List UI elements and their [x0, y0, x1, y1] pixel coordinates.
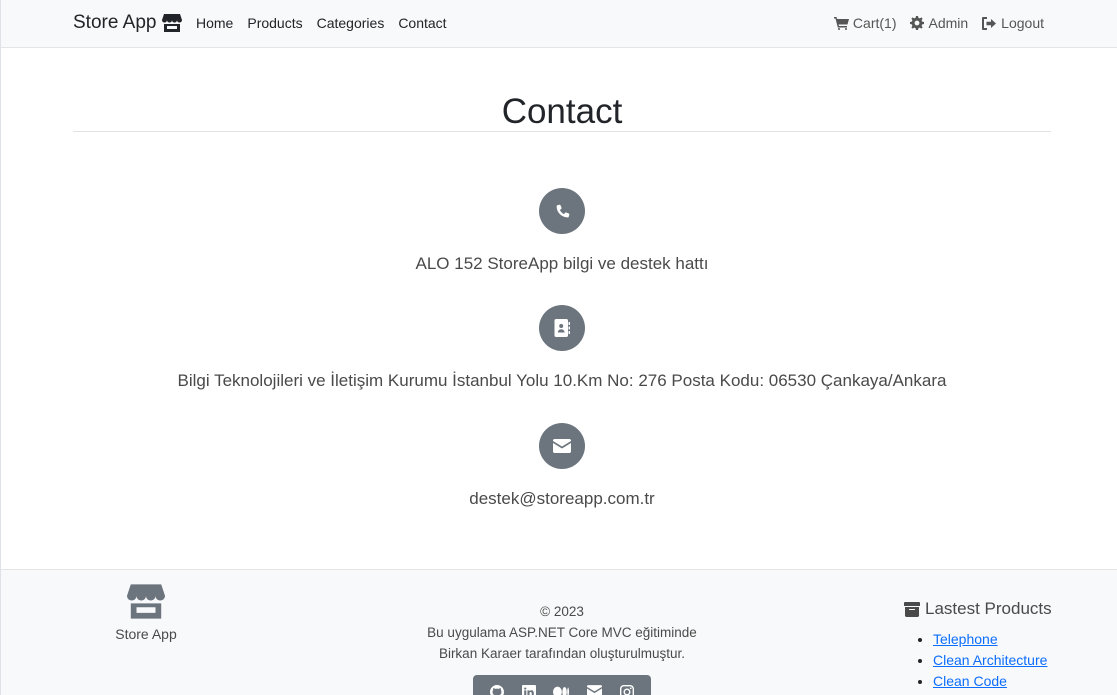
- latest-products: Lastest Products Telephone Clean Archite…: [904, 599, 1052, 692]
- email-block: destek@storeapp.com.tr: [73, 423, 1051, 509]
- list-item: Telephone: [933, 629, 1052, 650]
- linkedin-icon[interactable]: [521, 685, 536, 695]
- email-text: destek@storeapp.com.tr: [469, 489, 655, 508]
- logout-link[interactable]: Logout: [982, 15, 1044, 31]
- github-icon[interactable]: [489, 685, 504, 695]
- latest-products-label: Lastest Products: [925, 599, 1052, 618]
- nav-home[interactable]: Home: [196, 15, 233, 31]
- page-title: Contact: [501, 92, 623, 131]
- gear-icon: [910, 16, 925, 30]
- store-icon: [127, 584, 165, 619]
- admin-link[interactable]: Admin: [910, 15, 968, 31]
- credits-line-2: Birkan Karaer tarafından oluşturulmuştur…: [438, 646, 686, 661]
- logout-icon: [982, 16, 997, 30]
- admin-label: Admin: [928, 15, 969, 31]
- address-block: Bilgi Teknolojileri ve İletişim Kurumu İ…: [73, 305, 1051, 391]
- email-icon-circle: [539, 423, 585, 469]
- cart-label: Cart(1): [852, 15, 897, 31]
- copyright-text: © 2023: [540, 604, 584, 619]
- product-link-telephone[interactable]: Telephone: [933, 631, 998, 647]
- cart-link[interactable]: Cart(1): [833, 15, 897, 31]
- nav-right: Cart(1) Admin Logout: [833, 15, 1044, 31]
- phone-block: ALO 152 StoreApp bilgi ve destek hattı: [73, 188, 1051, 274]
- footer-logo: Store App: [115, 584, 177, 642]
- product-link-clean-architecture[interactable]: Clean Architecture: [933, 652, 1047, 668]
- latest-products-title: Lastest Products: [904, 599, 1052, 619]
- footer: Store App © 2023 Bu uygulama ASP.NET Cor…: [1, 569, 1117, 695]
- product-link-clean-code[interactable]: Clean Code: [933, 673, 1007, 689]
- navbar: Store App Home Products Categories Conta…: [1, 0, 1117, 48]
- brand-label: Store App: [73, 12, 157, 33]
- phone-text: ALO 152 StoreApp bilgi ve destek hattı: [415, 254, 709, 273]
- social-links: [473, 675, 651, 695]
- credits-line-1: Bu uygulama ASP.NET Core MVC eğitiminde: [427, 625, 697, 640]
- address-text: Bilgi Teknolojileri ve İletişim Kurumu İ…: [177, 371, 947, 390]
- store-icon: [162, 14, 183, 32]
- nav-contact[interactable]: Contact: [398, 15, 446, 31]
- footer-logo-label: Store App: [115, 626, 177, 642]
- envelope-icon[interactable]: [587, 685, 603, 695]
- nav-categories[interactable]: Categories: [317, 15, 385, 31]
- latest-products-list: Telephone Clean Architecture Clean Code: [904, 629, 1052, 692]
- title-divider: [73, 131, 1051, 132]
- nav-products[interactable]: Products: [247, 15, 302, 31]
- list-item: Clean Architecture: [933, 650, 1052, 671]
- medium-icon[interactable]: [553, 685, 570, 695]
- footer-credits: © 2023 Bu uygulama ASP.NET Core MVC eğit…: [381, 601, 743, 664]
- box-icon: [904, 601, 920, 617]
- phone-icon-circle: [539, 188, 585, 234]
- logout-label: Logout: [1001, 15, 1044, 31]
- address-book-icon: [554, 319, 570, 337]
- list-item: Clean Code: [933, 671, 1052, 692]
- nav-links: Home Products Categories Contact: [196, 15, 447, 31]
- instagram-icon[interactable]: [620, 685, 635, 695]
- envelope-icon: [553, 439, 571, 453]
- cart-icon: [833, 16, 849, 30]
- brand[interactable]: Store App: [73, 12, 183, 34]
- phone-icon: [556, 204, 569, 217]
- address-icon-circle: [539, 305, 585, 351]
